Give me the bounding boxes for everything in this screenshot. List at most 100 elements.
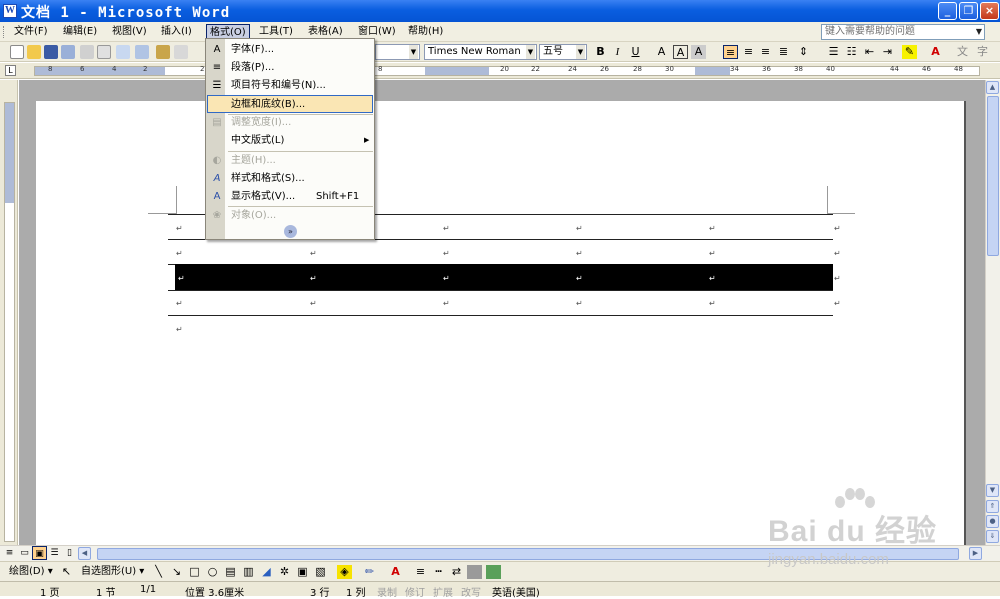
- tab-selector[interactable]: L: [5, 65, 16, 76]
- char-border-icon[interactable]: A: [673, 45, 688, 59]
- menu-item-asian-layout[interactable]: 中文版式(L) ▶: [207, 132, 373, 150]
- menu-insert[interactable]: 插入(I): [158, 24, 195, 40]
- align-justify-icon[interactable]: ≡: [723, 45, 738, 59]
- minimize-button[interactable]: _: [938, 2, 957, 20]
- menubar-grip[interactable]: [3, 26, 6, 38]
- menu-file[interactable]: 文件(F): [11, 24, 51, 40]
- select-objects-icon[interactable]: ↖: [59, 565, 74, 579]
- picture-icon[interactable]: ▧: [313, 565, 328, 579]
- fill-color-icon[interactable]: ◈: [337, 565, 352, 579]
- menu-item-theme[interactable]: ◐ 主题(H)...: [207, 152, 373, 170]
- underline-button[interactable]: U: [628, 45, 643, 59]
- bullets-icon[interactable]: ☷: [844, 45, 859, 59]
- menu-help[interactable]: 帮助(H): [405, 24, 446, 40]
- outline-view-icon[interactable]: ☰: [47, 546, 62, 560]
- line-spacing-icon[interactable]: ⇕: [796, 45, 811, 59]
- print-icon[interactable]: [80, 45, 94, 59]
- menu-item-label: 主题(H)...: [231, 155, 276, 166]
- vertical-textbox-icon[interactable]: ▥: [241, 565, 256, 579]
- menu-item-fit-text[interactable]: ▤ 调整宽度(I)...: [207, 114, 373, 132]
- menu-item-bullets-numbering[interactable]: ☰ 项目符号和编号(N)...: [207, 77, 373, 95]
- increase-indent-icon[interactable]: ⇥: [880, 45, 895, 59]
- menu-item-object[interactable]: ❀ 对象(O)...: [207, 207, 373, 225]
- font-name-dropdown-icon[interactable]: ▼: [526, 45, 535, 59]
- close-button[interactable]: ×: [980, 2, 999, 20]
- arrow-style-icon[interactable]: ⇄: [449, 565, 464, 579]
- scroll-left-icon[interactable]: ◀: [78, 547, 91, 560]
- menu-item-reveal-formatting[interactable]: A 显示格式(V)... Shift+F1: [207, 188, 373, 206]
- numbering-icon[interactable]: ☰: [826, 45, 841, 59]
- help-question-input[interactable]: 键入需要帮助的问题 ▼: [821, 24, 985, 40]
- phonetic-guide-icon[interactable]: 文: [955, 45, 970, 59]
- scroll-up-icon[interactable]: ▲: [986, 81, 999, 94]
- bold-button[interactable]: B: [593, 45, 608, 59]
- font-color-icon[interactable]: A: [928, 45, 943, 59]
- menu-item-styles-formatting[interactable]: A 样式和格式(S)...: [207, 170, 373, 188]
- normal-view-icon[interactable]: ≡: [2, 546, 17, 560]
- menu-item-font[interactable]: A 字体(F)...: [207, 41, 373, 59]
- open-folder-icon[interactable]: [27, 45, 41, 59]
- drawing-font-color-icon[interactable]: A: [388, 565, 403, 579]
- draw-menu-button[interactable]: 绘图(D) ▾: [6, 564, 56, 580]
- distributed-icon[interactable]: ≣: [776, 45, 791, 59]
- italic-button[interactable]: I: [610, 45, 625, 59]
- new-document-icon[interactable]: [10, 45, 24, 59]
- web-view-icon[interactable]: ▭: [17, 546, 32, 560]
- autoshapes-button[interactable]: 自选图形(U) ▾: [78, 564, 147, 580]
- status-extend[interactable]: 扩展: [433, 584, 453, 599]
- font-name-combo[interactable]: Times New Roman ▼: [424, 44, 537, 60]
- spelling-icon[interactable]: [116, 45, 130, 59]
- menu-view[interactable]: 视图(V): [109, 24, 150, 40]
- table-row-shaded[interactable]: [175, 264, 833, 290]
- decrease-indent-icon[interactable]: ⇤: [862, 45, 877, 59]
- wordart-icon[interactable]: ◢: [259, 565, 274, 579]
- font-color-a-icon[interactable]: A: [654, 45, 669, 59]
- style-combo[interactable]: ▼: [375, 44, 420, 60]
- shadow-style-icon[interactable]: [467, 565, 482, 579]
- title-bar[interactable]: W 文档 1 - Microsoft Word _ ❐ ×: [0, 0, 1000, 22]
- reading-view-icon[interactable]: ▯: [62, 546, 77, 560]
- permission-icon[interactable]: [61, 45, 75, 59]
- diagram-icon[interactable]: ✲: [277, 565, 292, 579]
- line-style-icon[interactable]: ≡: [413, 565, 428, 579]
- research-icon[interactable]: [135, 45, 149, 59]
- align-center-icon[interactable]: ≡: [741, 45, 756, 59]
- char-shading-icon[interactable]: A: [691, 45, 706, 59]
- font-size-dropdown-icon[interactable]: ▼: [576, 45, 585, 59]
- style-dropdown-icon[interactable]: ▼: [409, 45, 418, 59]
- 3d-style-icon[interactable]: [486, 565, 501, 579]
- vertical-scroll-thumb[interactable]: [987, 96, 999, 256]
- enclose-chars-icon[interactable]: 字: [975, 45, 990, 59]
- horizontal-ruler[interactable]: L 8 6 4 2 2 8 20 22 24 26 28 30 34 36 38…: [0, 63, 1000, 79]
- dash-style-icon[interactable]: ┅: [431, 565, 446, 579]
- line-icon[interactable]: ╲: [151, 565, 166, 579]
- oval-icon[interactable]: ○: [205, 565, 220, 579]
- expand-menu-icon[interactable]: »: [284, 225, 297, 238]
- rectangle-icon[interactable]: □: [187, 565, 202, 579]
- status-record[interactable]: 录制: [377, 584, 397, 599]
- copy-icon[interactable]: [174, 45, 188, 59]
- maximize-button[interactable]: ❐: [959, 2, 978, 20]
- word-app-icon[interactable]: W: [3, 4, 17, 18]
- print-preview-icon[interactable]: [97, 45, 111, 59]
- vertical-scrollbar[interactable]: ▲ ▼ ⇑ ● ⇓: [985, 80, 1000, 545]
- clipart-icon[interactable]: ▣: [295, 565, 310, 579]
- vertical-ruler[interactable]: [0, 80, 18, 545]
- document-page[interactable]: [36, 101, 966, 546]
- status-track-changes[interactable]: 修订: [405, 584, 425, 599]
- vertical-ruler-strip[interactable]: [4, 102, 15, 542]
- align-right-icon[interactable]: ≡: [758, 45, 773, 59]
- font-size-combo[interactable]: 五号 ▼: [539, 44, 587, 60]
- print-view-icon[interactable]: ▣: [32, 546, 47, 560]
- textbox-icon[interactable]: ▤: [223, 565, 238, 579]
- menu-item-borders-shading[interactable]: 边框和底纹(B)...: [207, 95, 373, 113]
- arrow-icon[interactable]: ↘: [169, 565, 184, 579]
- save-icon[interactable]: [44, 45, 58, 59]
- help-dropdown-icon[interactable]: ▼: [976, 25, 982, 39]
- menu-edit[interactable]: 编辑(E): [60, 24, 100, 40]
- status-overtype[interactable]: 改写: [461, 584, 481, 599]
- cut-icon[interactable]: [156, 45, 170, 59]
- highlight-icon[interactable]: ✎: [902, 45, 917, 59]
- menu-item-paragraph[interactable]: ≡ 段落(P)...: [207, 59, 373, 77]
- line-color-icon[interactable]: ✏: [362, 565, 377, 579]
